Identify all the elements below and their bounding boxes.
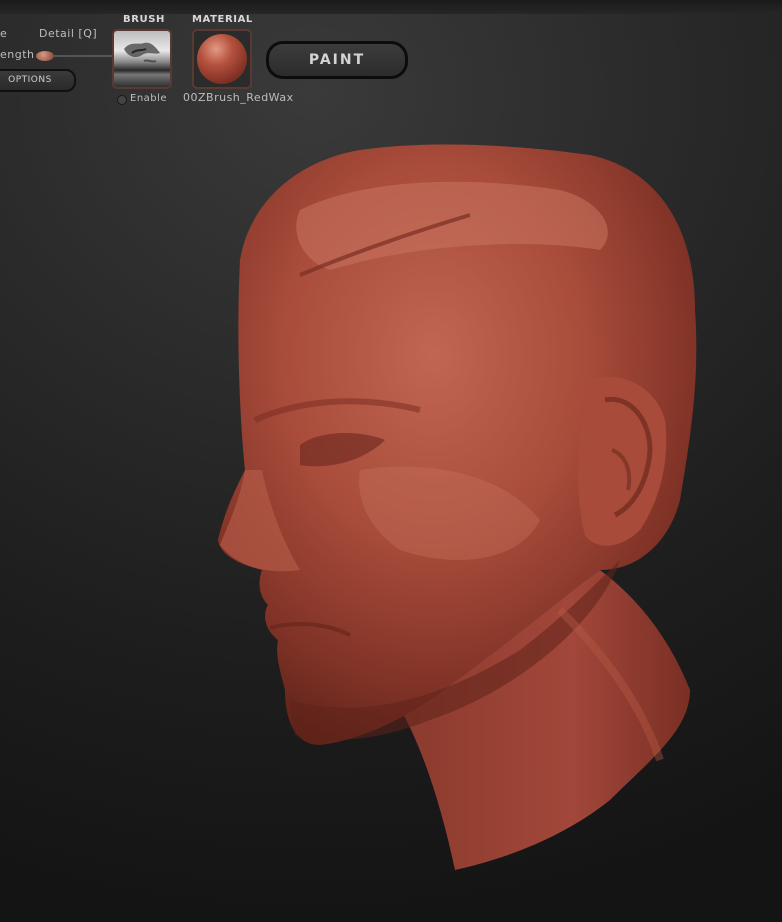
detail-label[interactable]: Detail [Q] xyxy=(39,27,97,40)
head-sculpt-render xyxy=(218,144,697,870)
material-heading: MATERIAL xyxy=(192,14,253,25)
enable-toggle[interactable] xyxy=(117,95,127,105)
brush-alpha-icon xyxy=(124,42,160,63)
options-button[interactable]: OPTIONS xyxy=(0,69,76,92)
cut-label: e xyxy=(0,27,8,40)
material-thumbnail[interactable] xyxy=(192,29,252,89)
strength-slider-knob[interactable] xyxy=(36,51,54,61)
strength-label: ength xyxy=(0,48,35,61)
toolbar: e Detail [Q] ength OPTIONS BRUSH Enable … xyxy=(0,0,782,112)
paint-button[interactable]: PAINT xyxy=(266,41,408,79)
material-name-label: 00ZBrush_RedWax xyxy=(183,91,294,104)
viewport-canvas[interactable] xyxy=(0,112,782,922)
brush-thumbnail[interactable] xyxy=(112,29,172,89)
brush-heading: BRUSH xyxy=(123,14,166,25)
material-sphere-icon xyxy=(197,34,247,84)
enable-label: Enable xyxy=(130,93,168,104)
